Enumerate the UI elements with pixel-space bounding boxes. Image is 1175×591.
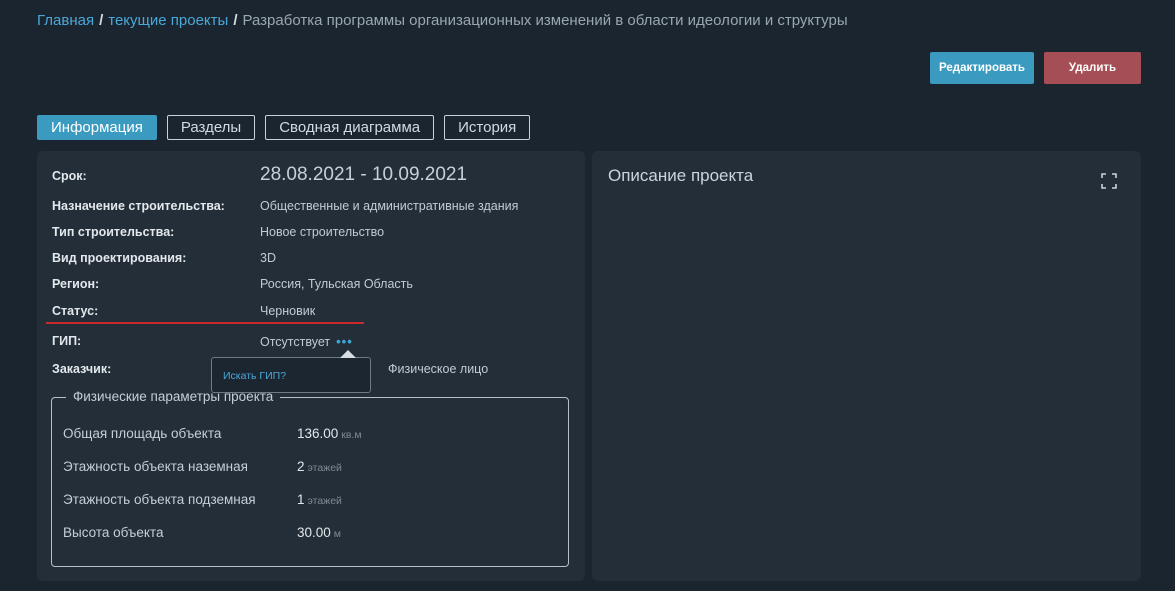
breadcrumb: Главная / текущие проекты / Разработка прогр…	[37, 12, 848, 29]
gip-value: Отсутствует	[260, 335, 331, 349]
search-gip-link[interactable]: Искать ГИП?	[223, 370, 286, 382]
breadcrumb-home-link[interactable]: Главная	[37, 12, 94, 29]
gip-label: ГИП:	[52, 334, 82, 348]
tab-information[interactable]: Информация	[37, 115, 157, 140]
edit-button[interactable]: Редактировать	[930, 52, 1034, 84]
construction-type-label: Тип строительства:	[52, 225, 175, 239]
purpose-value: Общественные и административные здания	[260, 199, 519, 213]
project-description-panel: Описание проекта	[592, 151, 1141, 581]
physical-param-value: 136.00	[297, 426, 339, 441]
physical-param-row: Этажность объекта наземная 2 этажей	[63, 459, 342, 474]
status-value: Черновик	[260, 304, 316, 318]
tab-sections[interactable]: Разделы	[166, 115, 256, 140]
physical-param-value: 1	[297, 492, 305, 507]
breadcrumb-separator: /	[99, 12, 104, 29]
purpose-label: Назначение строительства:	[52, 199, 225, 213]
more-options-icon[interactable]: •••	[336, 334, 353, 349]
physical-param-value: 30.00	[297, 525, 331, 540]
physical-param-row: Высота объекта 30.00 м	[63, 525, 341, 540]
popover-arrow	[340, 350, 356, 358]
region-value: Россия, Тульская Область	[260, 277, 413, 291]
term-value: 28.08.2021 - 10.09.2021	[260, 164, 468, 185]
breadcrumb-current: Разработка программы организационных изм…	[242, 12, 848, 29]
construction-type-value: Новое строительство	[260, 225, 385, 239]
physical-param-unit: м	[333, 528, 342, 540]
search-gip-popover: Искать ГИП?	[211, 357, 371, 393]
physical-param-label: Общая площадь объекта	[63, 426, 222, 441]
tab-bar: Информация Разделы Сводная диаграмма Ист…	[37, 115, 531, 140]
delete-button[interactable]: Удалить	[1044, 52, 1141, 84]
physical-param-row: Общая площадь объекта 136.00 кв.м	[63, 426, 362, 441]
tab-history[interactable]: История	[444, 115, 531, 140]
expand-icon[interactable]	[1099, 171, 1119, 191]
physical-param-unit: этажей	[307, 462, 342, 474]
description-title: Описание проекта	[608, 166, 754, 185]
region-label: Регион:	[52, 277, 100, 291]
physical-param-row: Этажность объекта подземная 1 этажей	[63, 492, 342, 507]
customer-value: Физическое лицо	[388, 362, 489, 376]
physical-param-unit: кв.м	[341, 429, 362, 441]
customer-label: Заказчик:	[52, 362, 112, 376]
physical-param-label: Этажность объекта подземная	[63, 492, 256, 507]
status-label: Статус:	[52, 304, 99, 318]
breadcrumb-projects-link[interactable]: текущие проекты	[108, 12, 228, 29]
design-type-value: 3D	[260, 251, 276, 265]
breadcrumb-separator: /	[233, 12, 238, 29]
physical-params-group: Физические параметры проекта Общая площа…	[51, 389, 569, 567]
design-type-label: Вид проектирования:	[52, 251, 187, 265]
physical-param-label: Высота объекта	[63, 525, 164, 540]
physical-param-unit: этажей	[307, 495, 342, 507]
project-info-panel: Срок: 28.08.2021 - 10.09.2021 Назначение…	[37, 151, 585, 581]
physical-param-label: Этажность объекта наземная	[63, 459, 248, 474]
physical-param-value: 2	[297, 459, 305, 474]
tab-summary-chart[interactable]: Сводная диаграмма	[265, 115, 435, 140]
term-label: Срок:	[52, 169, 87, 183]
status-underline	[46, 322, 364, 324]
gip-value-wrap: Отсутствует •••	[260, 334, 353, 349]
